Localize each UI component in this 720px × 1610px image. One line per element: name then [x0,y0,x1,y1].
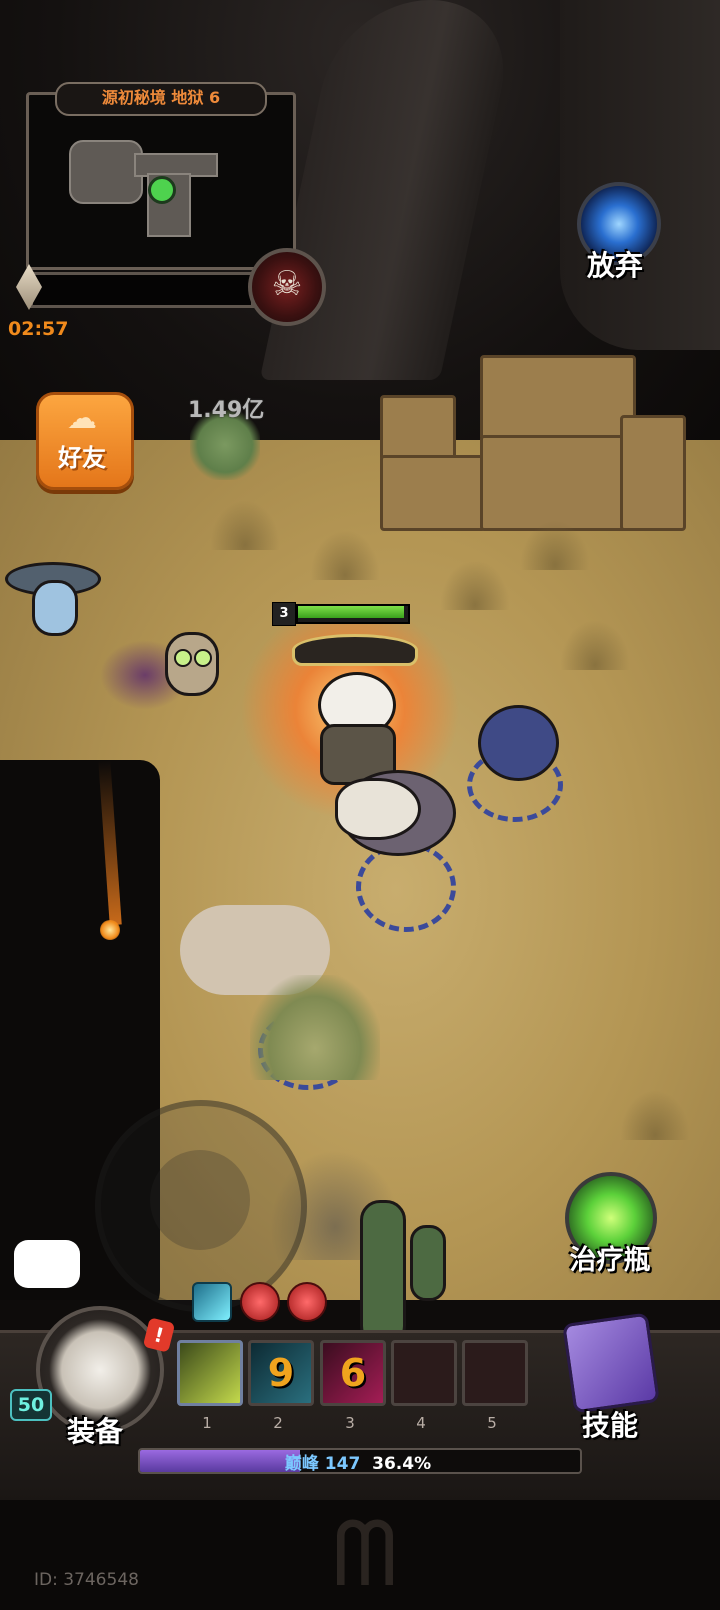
dungeon-title: 源初秘境 地狱 6 [55,82,267,116]
skill-slot-2[interactable]: 9 [248,1340,314,1406]
dry-shrub [560,620,630,670]
dry-shrub [520,520,590,570]
cat-face-emoji-icon[interactable]: 😼 [14,1240,80,1288]
agave-plant [250,975,380,1080]
witch-enemy [32,580,78,636]
player-level: 50 [10,1389,52,1421]
abandon-button[interactable]: 放弃 [565,244,665,284]
joystick-knob[interactable] [150,1150,250,1250]
hero-hp-fill [298,606,404,618]
skill-slot-1[interactable] [177,1340,243,1406]
skill-slot-2-value: 9 [267,1351,295,1395]
player-dot [148,176,176,204]
equipment-button[interactable]: 装备 [50,1410,140,1450]
boss-progress-bar [30,272,254,308]
ornament-decoration: ᗰ [332,1502,398,1607]
experience-text: 巅峰 147 36.4% [138,1449,578,1474]
lightning-buff-icon[interactable] [192,1282,232,1322]
cactus-arm [410,1225,446,1301]
cloud-icon: ☁ [67,401,97,436]
hero-hp-level: 3 [272,602,296,626]
skills-button[interactable]: 技能 [555,1404,665,1444]
blue-beast-enemy [478,705,559,781]
fireball-projectile [100,920,120,940]
dry-shrub [620,1090,690,1140]
slot-number: 5 [487,1414,497,1432]
red-orb-buff-icon[interactable] [240,1282,280,1322]
dry-shrub [210,500,280,550]
skill-slot-4[interactable] [391,1340,457,1406]
slot-number: 1 [202,1414,212,1432]
friends-label[interactable]: 好友 [36,438,128,473]
skill-slot-3[interactable]: 6 [320,1340,386,1406]
hero-hat [292,634,418,666]
player-id: ID: 3746548 [34,1570,139,1590]
slot-number: 3 [345,1414,355,1432]
healing-potion-button[interactable]: 治疗瓶 [555,1238,665,1277]
combat-power: 1.49亿 [188,398,265,423]
boar-skull-mask [335,778,421,840]
spellbook-icon[interactable] [562,1312,660,1414]
cactus [360,1200,406,1346]
peak-rank: 巅峰 147 [284,1454,361,1474]
dry-shrub [440,560,510,610]
owl-pet [165,632,219,696]
skill-slot-3-value: 6 [339,1351,367,1395]
slot-number: 4 [416,1414,426,1432]
slot-number: 2 [273,1414,283,1432]
red-orb-buff-icon[interactable] [287,1282,327,1322]
rock-pillar [560,0,720,350]
dry-shrub [310,530,380,580]
horned-skull-icon: ☠ [248,248,326,326]
ruined-brick-wall [380,355,700,535]
experience-percent: 36.4% [372,1454,432,1474]
dungeon-timer: 02:57 [8,318,69,340]
skill-slot-5[interactable] [462,1340,528,1406]
